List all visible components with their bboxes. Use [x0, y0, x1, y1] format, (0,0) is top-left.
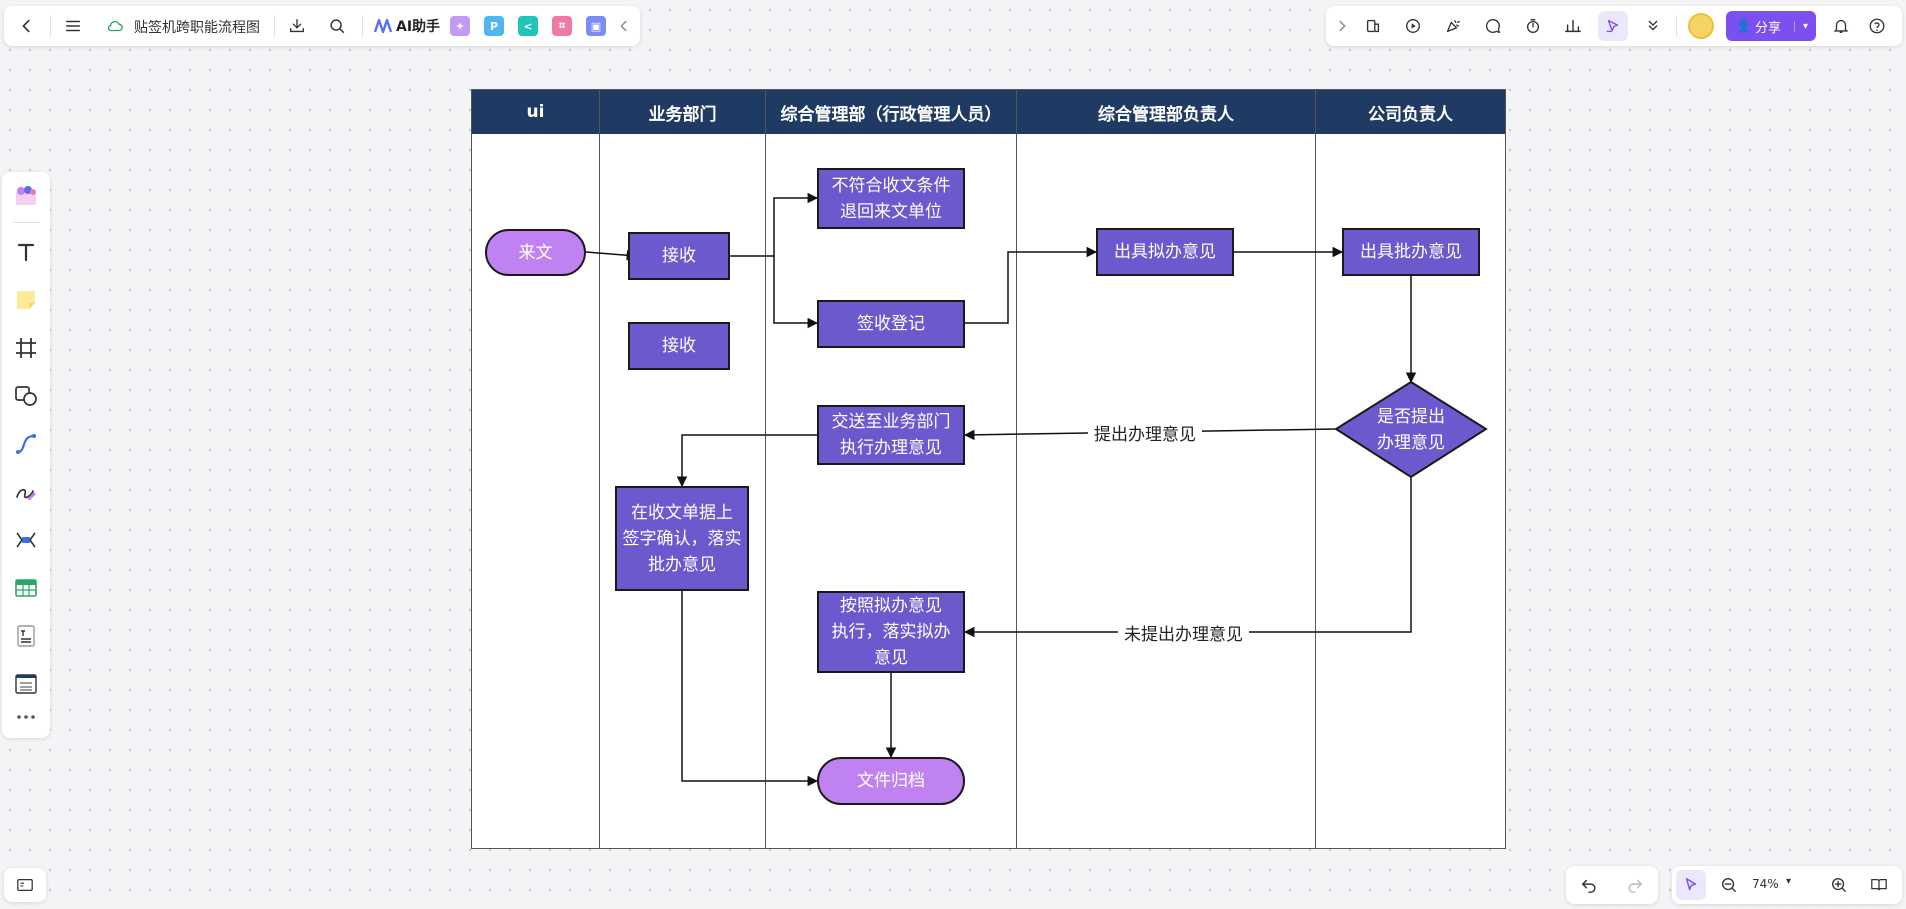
search-icon[interactable]	[322, 11, 352, 41]
expand-icon[interactable]	[1330, 11, 1354, 41]
text-tool-icon[interactable]	[8, 234, 44, 270]
more-chevron-icon[interactable]	[1638, 11, 1668, 41]
lane-divider	[1016, 90, 1017, 848]
sticky-note-icon[interactable]	[8, 282, 44, 318]
present-icon[interactable]	[1398, 11, 1428, 41]
doc-tool-icon[interactable]	[8, 618, 44, 654]
mindmap-app-icon[interactable]: <	[518, 16, 538, 36]
template-icon[interactable]	[8, 178, 44, 214]
p-app-icon[interactable]: P	[484, 16, 504, 36]
swimlane-diagram[interactable]: ui 业务部门 综合管理部（行政管理人员） 综合管理部负责人 公司负责人	[471, 89, 1506, 849]
mindmap-tool-icon[interactable]	[8, 522, 44, 558]
divider	[1676, 15, 1677, 37]
lane-header-admin-staff[interactable]: 综合管理部（行政管理人员）	[766, 90, 1017, 134]
node-jieshou-1[interactable]: 接收	[628, 232, 730, 280]
node-qianshou[interactable]: 签收登记	[817, 300, 965, 348]
pen-tool-icon[interactable]	[8, 474, 44, 510]
minimap-button[interactable]	[4, 868, 46, 902]
history-controls	[1566, 866, 1658, 904]
avatar[interactable]	[1688, 13, 1714, 39]
lane-divider	[599, 90, 600, 848]
doc-title[interactable]: 贴签机跨职能流程图	[134, 17, 260, 37]
redo-icon[interactable]	[1620, 870, 1650, 900]
zoom-value[interactable]: 74%	[1752, 877, 1779, 891]
menu-icon[interactable]	[58, 11, 88, 41]
cursor-follow-icon[interactable]	[1598, 11, 1628, 41]
node-shifou-label[interactable]: 是否提出 办理意见	[1356, 404, 1466, 456]
help-icon[interactable]	[1862, 11, 1892, 41]
celebrate-icon[interactable]	[1438, 11, 1468, 41]
ai-assistant-button[interactable]: AI助手	[374, 16, 440, 36]
edge-label-yes[interactable]: 提出办理意见	[1088, 420, 1202, 445]
comment-icon[interactable]	[1478, 11, 1508, 41]
book-view-icon[interactable]	[1864, 870, 1894, 900]
node-bufuhe[interactable]: 不符合收文条件 退回来文单位	[817, 168, 965, 229]
zoom-in-icon[interactable]	[1824, 870, 1854, 900]
vote-icon[interactable]	[1558, 11, 1588, 41]
lane-divider	[765, 90, 766, 848]
lane-divider	[1315, 90, 1316, 848]
node-jieshou-2[interactable]: 接收	[628, 322, 730, 370]
zoom-out-icon[interactable]	[1714, 870, 1744, 900]
flow-app-icon[interactable]: ⌗	[552, 16, 572, 36]
node-chuju-niban[interactable]: 出具拟办意见	[1096, 228, 1234, 276]
edge-label-no[interactable]: 未提出办理意见	[1118, 620, 1249, 645]
top-right-toolbar: 👤 分享 ▾	[1326, 6, 1902, 46]
share-button[interactable]: 👤 分享 ▾	[1726, 11, 1816, 41]
chat-app-icon[interactable]: ▣	[586, 16, 606, 36]
frame-tool-icon[interactable]	[8, 330, 44, 366]
divider	[362, 15, 363, 37]
collapse-icon[interactable]	[612, 11, 636, 41]
share-user-icon: 👤	[1736, 19, 1751, 33]
node-anzhao[interactable]: 按照拟办意见 执行，落实拟办 意见	[817, 591, 965, 673]
ai-assistant-label: AI助手	[396, 19, 441, 35]
share-dropdown-icon[interactable]: ▾	[1793, 20, 1808, 32]
lane-header-company-head[interactable]: 公司负责人	[1316, 90, 1505, 134]
lane-header-ui[interactable]: ui	[472, 90, 600, 134]
table-tool-icon[interactable]	[8, 570, 44, 606]
top-left-toolbar: 贴签机跨职能流程图 AI助手 ✦ P < ⌗ ▣	[4, 6, 640, 46]
download-icon[interactable]	[282, 11, 312, 41]
bell-icon[interactable]	[1826, 11, 1856, 41]
minimap-icon	[17, 878, 33, 892]
divider	[274, 15, 275, 37]
node-guidang[interactable]: 文件归档	[817, 757, 965, 805]
node-laiwen[interactable]: 来文	[485, 229, 586, 276]
share-label: 分享	[1754, 20, 1781, 36]
list-tool-icon[interactable]	[8, 666, 44, 702]
select-pointer-icon[interactable]	[1676, 870, 1706, 900]
node-jiaosong[interactable]: 交送至业务部门 执行办理意见	[817, 405, 965, 465]
image-app-icon[interactable]: ✦	[450, 16, 470, 36]
timer-icon[interactable]	[1518, 11, 1548, 41]
connector-tool-icon[interactable]	[8, 426, 44, 462]
node-chuju-piban[interactable]: 出具批办意见	[1342, 228, 1480, 276]
lane-header-business-dept[interactable]: 业务部门	[600, 90, 766, 134]
zoom-controls: 74% ▾	[1672, 866, 1902, 904]
divider	[50, 15, 51, 37]
left-tool-rail	[2, 172, 50, 738]
divider	[12, 222, 40, 223]
more-tools-icon[interactable]	[8, 702, 44, 732]
undo-icon[interactable]	[1574, 870, 1604, 900]
shape-tool-icon[interactable]	[8, 378, 44, 414]
lane-header-admin-head[interactable]: 综合管理部负责人	[1017, 90, 1316, 134]
back-icon[interactable]	[12, 11, 42, 41]
format-icon[interactable]	[1358, 11, 1388, 41]
cloud-saved-icon	[100, 11, 130, 41]
node-zaishouwen[interactable]: 在收文单据上 签字确认，落实 批办意见	[615, 486, 749, 591]
ai-logo-icon	[374, 18, 392, 34]
zoom-dropdown-icon[interactable]: ▾	[1786, 876, 1791, 887]
